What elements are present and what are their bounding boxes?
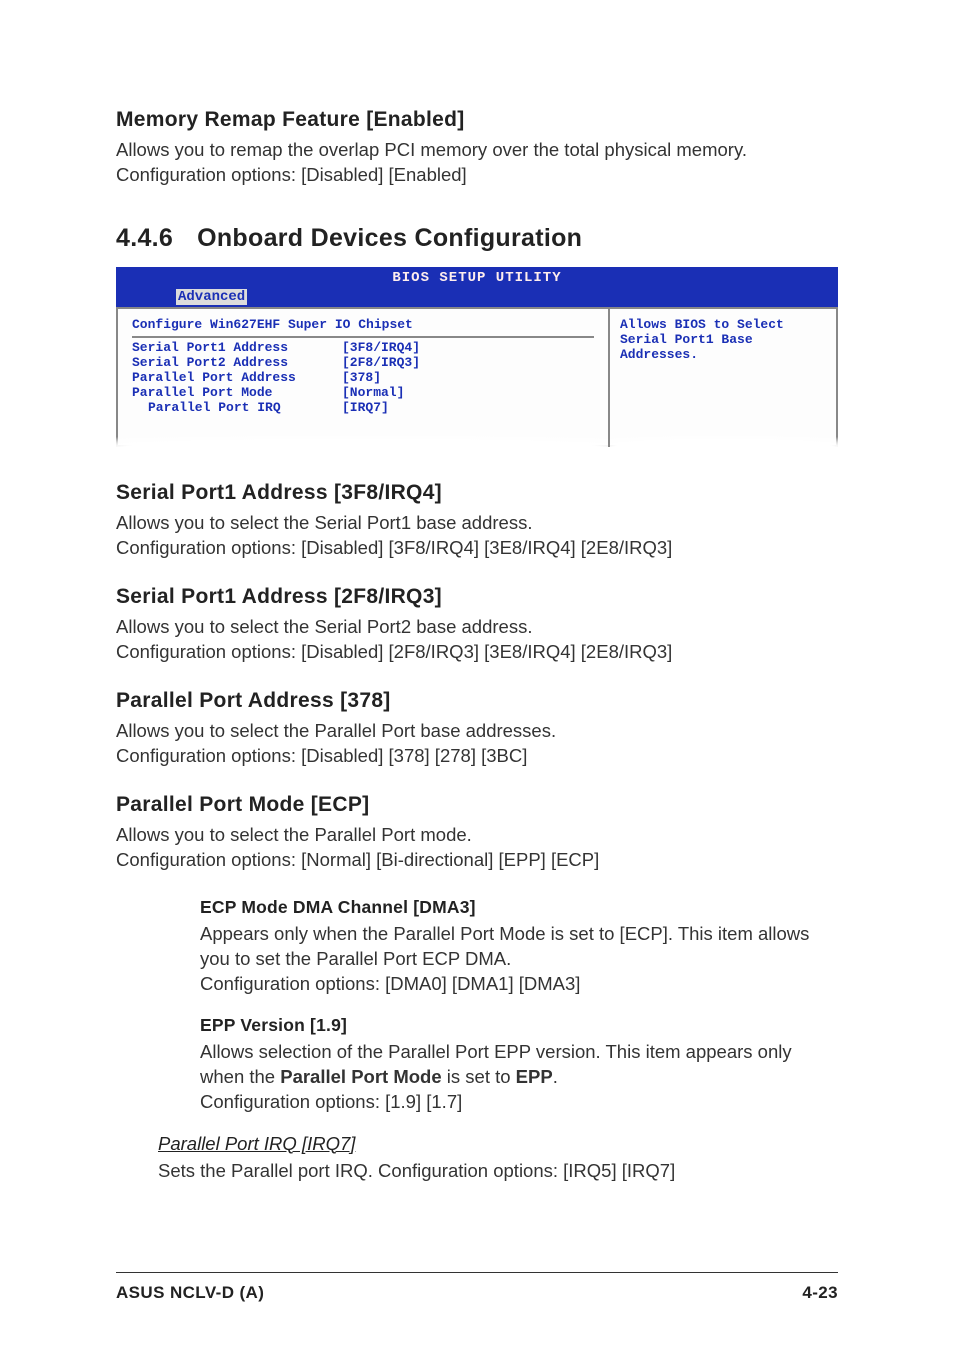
- heading-sp1-2f8: Serial Port1 Address [2F8/IRQ3]: [116, 585, 838, 609]
- text-ppa-l1: Allows you to select the Parallel Port b…: [116, 719, 838, 744]
- bios-help-text: Allows BIOS to Select Serial Port1 Base …: [620, 317, 826, 362]
- footer-page-number: 4-23: [802, 1283, 838, 1303]
- page-footer: ASUS NCLV-D (A) 4-23: [116, 1272, 838, 1303]
- text-ecp-l1: Appears only when the Parallel Port Mode…: [200, 922, 838, 972]
- heading-446: 4.4.6 Onboard Devices Configuration: [116, 224, 838, 253]
- bios-setting-value: [2F8/IRQ3]: [342, 355, 420, 370]
- text-sp1-2f8-l2: Configuration options: [Disabled] [2F8/I…: [116, 640, 838, 665]
- bios-setting-row: Serial Port1 Address[3F8/IRQ4]: [132, 340, 594, 355]
- text-ppirq: Sets the Parallel port IRQ. Configuratio…: [116, 1159, 838, 1184]
- text-epp-l1: Allows selection of the Parallel Port EP…: [200, 1040, 838, 1090]
- bios-setting-label: Serial Port2 Address: [132, 355, 342, 370]
- bios-left-panel: Configure Win627EHF Super IO Chipset Ser…: [116, 307, 608, 447]
- text-ppm-l1: Allows you to select the Parallel Port m…: [116, 823, 838, 848]
- bios-setting-label: Parallel Port Mode: [132, 385, 342, 400]
- bios-setting-label: Parallel Port IRQ: [132, 400, 342, 415]
- bios-config-title: Configure Win627EHF Super IO Chipset: [132, 317, 594, 332]
- heading-epp: EPP Version [1.9]: [200, 1015, 838, 1036]
- bios-setting-value: [IRQ7]: [342, 400, 389, 415]
- bios-screenshot: BIOS SETUP UTILITY Advanced Configure Wi…: [116, 267, 838, 447]
- heading-sp1-3f8: Serial Port1 Address [3F8/IRQ4]: [116, 481, 838, 505]
- bios-header-title: BIOS SETUP UTILITY: [392, 270, 561, 286]
- bios-help-panel: Allows BIOS to Select Serial Port1 Base …: [608, 307, 838, 447]
- heading-446-title: Onboard Devices Configuration: [197, 224, 582, 252]
- bios-tab-advanced: Advanced: [176, 289, 247, 305]
- bios-setting-value: [Normal]: [342, 385, 404, 400]
- bios-header: BIOS SETUP UTILITY Advanced: [116, 267, 838, 307]
- heading-ppm: Parallel Port Mode [ECP]: [116, 793, 838, 817]
- bios-settings-box: Serial Port1 Address[3F8/IRQ4]Serial Por…: [132, 336, 594, 415]
- text-sp1-2f8-l1: Allows you to select the Serial Port2 ba…: [116, 615, 838, 640]
- bios-setting-row: Parallel Port Mode[Normal]: [132, 385, 594, 400]
- bios-setting-value: [3F8/IRQ4]: [342, 340, 420, 355]
- bios-setting-label: Serial Port1 Address: [132, 340, 342, 355]
- bios-setting-label: Parallel Port Address: [132, 370, 342, 385]
- text-epp-l2: Configuration options: [1.9] [1.7]: [200, 1090, 838, 1115]
- heading-ecp: ECP Mode DMA Channel [DMA3]: [200, 897, 838, 918]
- heading-ppirq: Parallel Port IRQ [IRQ7]: [116, 1133, 838, 1155]
- text-memory-remap: Allows you to remap the overlap PCI memo…: [116, 138, 838, 188]
- heading-446-num: 4.4.6: [116, 224, 173, 253]
- bios-setting-row: Parallel Port Address[378]: [132, 370, 594, 385]
- bios-setting-value: [378]: [342, 370, 381, 385]
- heading-memory-remap: Memory Remap Feature [Enabled]: [116, 108, 838, 132]
- text-ppm-l2: Configuration options: [Normal] [Bi-dire…: [116, 848, 838, 873]
- heading-ppa: Parallel Port Address [378]: [116, 689, 838, 713]
- text-sp1-3f8-l1: Allows you to select the Serial Port1 ba…: [116, 511, 838, 536]
- text-ecp-l2: Configuration options: [DMA0] [DMA1] [DM…: [200, 972, 838, 997]
- text-sp1-3f8-l2: Configuration options: [Disabled] [3F8/I…: [116, 536, 838, 561]
- footer-product: ASUS NCLV-D (A): [116, 1283, 264, 1303]
- bios-setting-row: Parallel Port IRQ[IRQ7]: [132, 400, 594, 415]
- bios-setting-row: Serial Port2 Address[2F8/IRQ3]: [132, 355, 594, 370]
- text-ppa-l2: Configuration options: [Disabled] [378] …: [116, 744, 838, 769]
